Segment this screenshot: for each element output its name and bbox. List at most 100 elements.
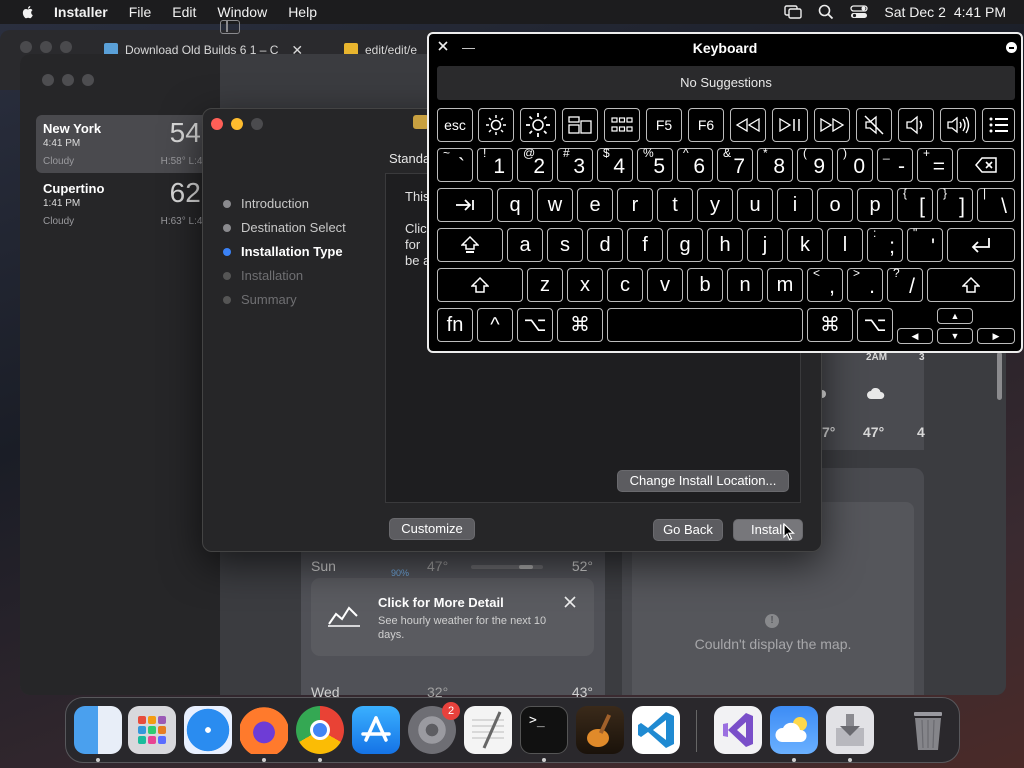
key-w[interactable]: w xyxy=(537,188,573,222)
key-space[interactable] xyxy=(607,308,803,342)
finder-icon[interactable] xyxy=(74,706,122,754)
key-mute[interactable] xyxy=(856,108,892,142)
key-g[interactable]: g xyxy=(667,228,703,262)
visual-studio-icon[interactable] xyxy=(714,706,762,754)
key-backslash[interactable]: | \ xyxy=(977,186,1015,222)
menu-help[interactable]: Help xyxy=(288,4,317,20)
key-right-bracket[interactable]: }] xyxy=(937,186,973,222)
key-mission-control[interactable] xyxy=(562,108,598,142)
key-semicolon[interactable]: :; xyxy=(867,226,903,262)
key-arrow-down[interactable]: ▼ xyxy=(937,328,973,344)
key-slash[interactable]: ? / xyxy=(887,266,923,302)
installer-icon[interactable] xyxy=(826,706,874,754)
key-comma[interactable]: <, xyxy=(807,266,843,302)
weather-icon[interactable] xyxy=(770,706,818,754)
key-return[interactable] xyxy=(947,228,1015,262)
key-y[interactable]: y xyxy=(697,188,733,222)
key-d[interactable]: d xyxy=(587,228,623,262)
key-b[interactable]: b xyxy=(687,268,723,302)
key-caps-lock[interactable] xyxy=(437,228,503,262)
key-c[interactable]: c xyxy=(607,268,643,302)
key-rewind[interactable] xyxy=(730,108,766,142)
close-window-button[interactable] xyxy=(211,118,223,130)
key-period[interactable]: >. xyxy=(847,266,883,302)
key-i[interactable]: i xyxy=(777,188,813,222)
apple-icon[interactable] xyxy=(20,4,36,20)
key-a[interactable]: a xyxy=(507,228,543,262)
key-q[interactable]: q xyxy=(497,188,533,222)
app-store-icon[interactable] xyxy=(352,706,400,754)
weather-scrollbar[interactable] xyxy=(997,352,1002,400)
menu-app-name[interactable]: Installer xyxy=(54,4,108,20)
key-brightness-down[interactable] xyxy=(478,108,514,142)
sidebar-toggle-icon[interactable] xyxy=(220,20,240,34)
menu-edit[interactable]: Edit xyxy=(172,4,196,20)
chrome-icon[interactable] xyxy=(296,706,344,754)
key-right-command[interactable]: ⌘ xyxy=(807,308,853,342)
menu-window[interactable]: Window xyxy=(217,4,267,20)
city-item-new-york[interactable]: New York 4:41 PM Cloudy 54° H:58° L:45° xyxy=(36,115,216,173)
key-play-pause[interactable] xyxy=(772,108,808,142)
key-l[interactable]: l xyxy=(827,228,863,262)
key-left-shift[interactable] xyxy=(437,268,523,302)
key-9[interactable]: (9 xyxy=(797,146,833,182)
safari-icon[interactable] xyxy=(184,706,232,754)
key-control[interactable]: ^ xyxy=(477,308,513,342)
key-4[interactable]: $4 xyxy=(597,146,633,182)
key-1[interactable]: ! 1 xyxy=(477,146,513,182)
close-icon[interactable] xyxy=(564,596,576,608)
zoom-window-button[interactable] xyxy=(251,118,263,130)
key-f[interactable]: f xyxy=(627,228,663,262)
key-fn[interactable]: fn xyxy=(437,308,473,342)
garageband-icon[interactable] xyxy=(576,706,624,754)
key-right-option[interactable]: ⌥ xyxy=(857,308,893,342)
spotlight-search-icon[interactable] xyxy=(818,4,834,20)
key-j[interactable]: j xyxy=(747,228,783,262)
key-z[interactable]: z xyxy=(527,268,563,302)
key-arrow-up[interactable]: ▲ xyxy=(937,308,973,324)
change-install-location-button[interactable]: Change Install Location... xyxy=(617,470,789,492)
city-item-cupertino[interactable]: Cupertino 1:41 PM Cloudy 62° H:63° L:49° xyxy=(36,175,216,233)
vscode-icon[interactable] xyxy=(632,706,680,754)
key-2[interactable]: @2 xyxy=(517,146,553,182)
key-left-option[interactable]: ⌥ xyxy=(517,308,553,342)
key-equals[interactable]: + = xyxy=(917,146,953,182)
key-volume-down[interactable] xyxy=(898,108,934,142)
forecast-row-sun[interactable]: Sun 90% 47° 52° xyxy=(301,554,601,580)
textedit-icon[interactable] xyxy=(464,706,512,754)
key-0[interactable]: ) 0 xyxy=(837,146,873,182)
key-3[interactable]: #3 xyxy=(557,146,593,182)
screen-mirroring-icon[interactable] xyxy=(784,5,803,19)
more-options-icon[interactable] xyxy=(1006,42,1017,53)
key-fast-forward[interactable] xyxy=(814,108,850,142)
key-left-command[interactable]: ⌘ xyxy=(557,308,603,342)
key-tab[interactable] xyxy=(437,188,493,222)
key-e[interactable]: e xyxy=(577,188,613,222)
key-minus[interactable]: _ - xyxy=(877,146,913,182)
key-right-shift[interactable] xyxy=(927,268,1015,302)
key-p[interactable]: p xyxy=(857,188,893,222)
key-t[interactable]: t xyxy=(657,188,693,222)
terminal-icon[interactable]: >_ xyxy=(520,706,568,754)
key-n[interactable]: n xyxy=(727,268,763,302)
control-center-icon[interactable] xyxy=(850,5,869,19)
key-6[interactable]: ^ 6 xyxy=(677,146,713,182)
key-m[interactable]: m xyxy=(767,268,803,302)
key-8[interactable]: * 8 xyxy=(757,146,793,182)
key-left-bracket[interactable]: {[ xyxy=(897,186,933,222)
menubar-date[interactable]: Sat Dec 2 xyxy=(884,4,945,20)
key-brightness-up[interactable] xyxy=(520,108,556,142)
key-o[interactable]: o xyxy=(817,188,853,222)
key-k[interactable]: k xyxy=(787,228,823,262)
customize-button[interactable]: Customize xyxy=(389,518,475,540)
key-h[interactable]: h xyxy=(707,228,743,262)
firefox-icon[interactable] xyxy=(240,706,288,754)
key-v[interactable]: v xyxy=(647,268,683,302)
key-launchpad[interactable] xyxy=(604,108,640,142)
key-delete[interactable] xyxy=(957,148,1015,182)
trash-icon[interactable] xyxy=(904,706,952,754)
key-s[interactable]: s xyxy=(547,228,583,262)
key-5[interactable]: % 5 xyxy=(637,146,673,182)
menu-file[interactable]: File xyxy=(129,4,152,20)
key-backtick[interactable]: ~ ` xyxy=(437,146,473,182)
